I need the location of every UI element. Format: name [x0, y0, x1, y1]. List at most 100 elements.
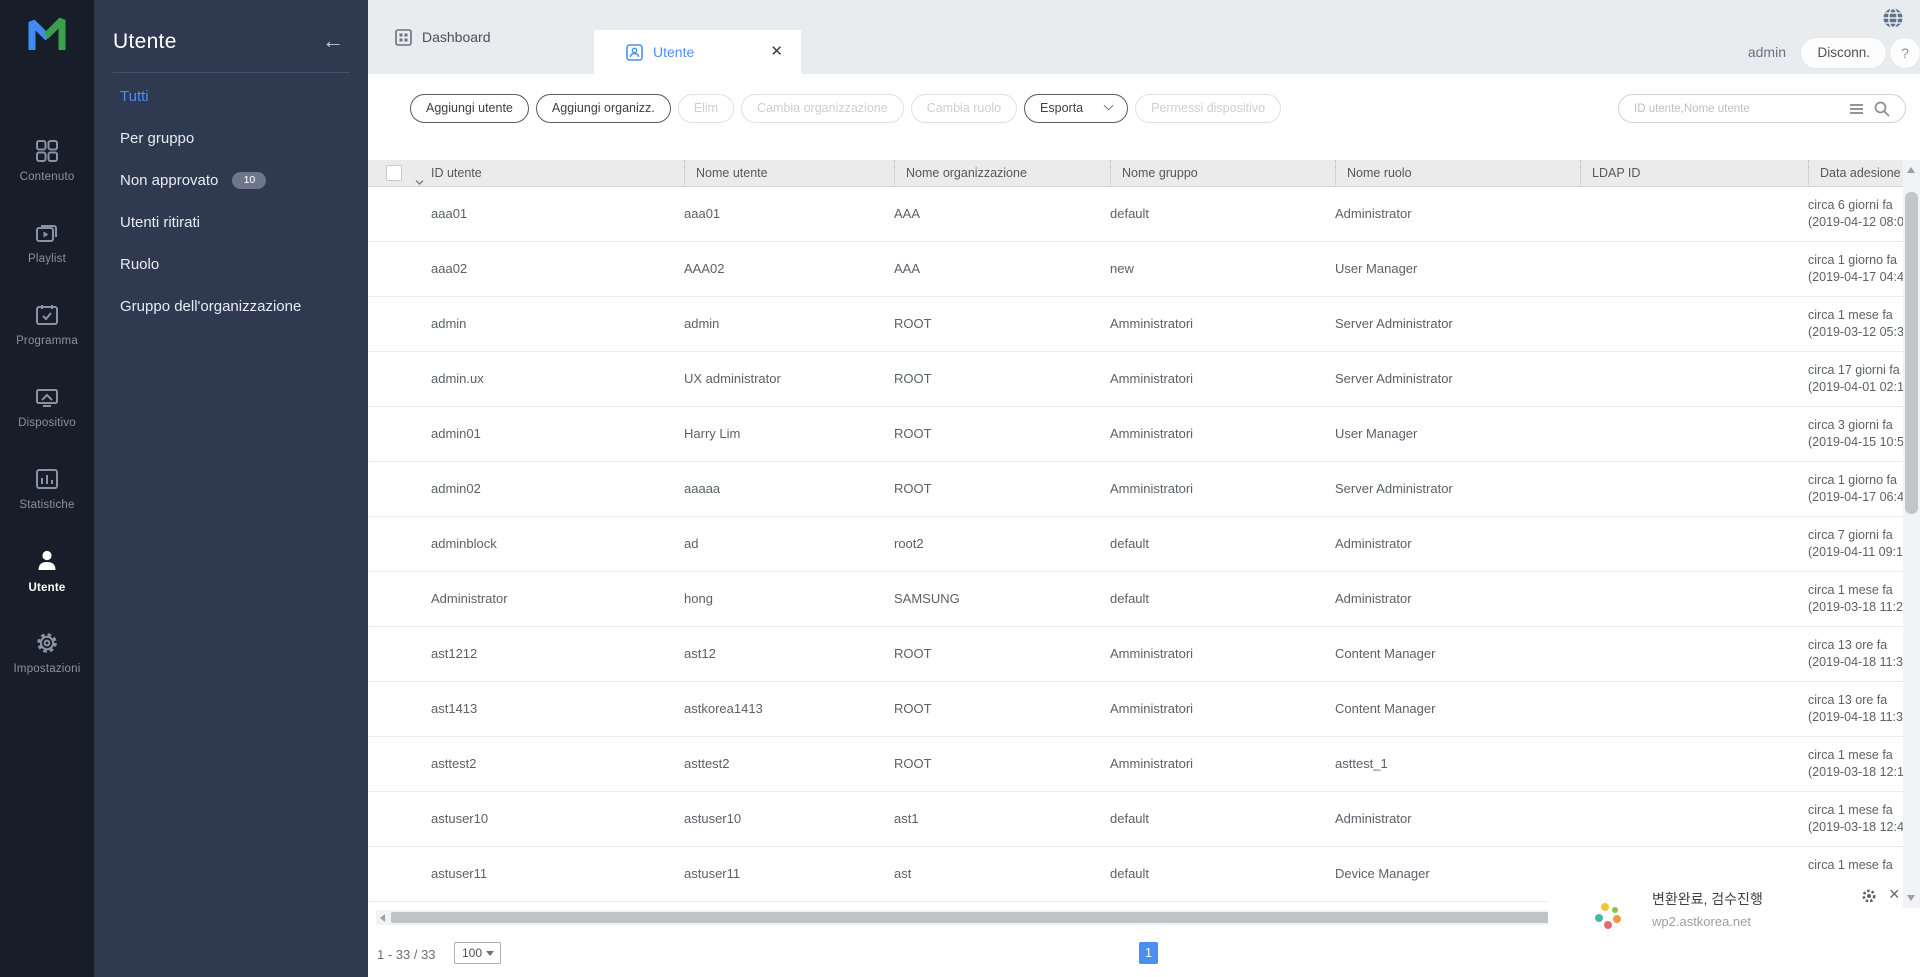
cell-user-name: Harry Lim	[684, 407, 894, 461]
table-row[interactable]: astuser10 astuser10 ast1 default Adminis…	[368, 792, 1920, 847]
logout-button[interactable]: Disconn.	[1801, 38, 1886, 68]
panel-item-utenti-ritirati[interactable]: Utenti ritirati	[120, 214, 200, 231]
export-dropdown-button[interactable]: Esporta	[1024, 94, 1128, 123]
cell-ldap	[1580, 627, 1808, 681]
table-row[interactable]: admin admin ROOT Amministratori Server A…	[368, 297, 1920, 352]
toolbar: Aggiungi utente Aggiungi organizz. Elim …	[368, 74, 1920, 160]
table-row[interactable]: admin02 aaaaa ROOT Amministratori Server…	[368, 462, 1920, 517]
language-globe-icon[interactable]	[1882, 7, 1904, 34]
page-number-button[interactable]: 1	[1139, 942, 1158, 964]
cell-role: Content Manager	[1335, 682, 1580, 736]
sidebar-item-utente[interactable]: Utente	[0, 547, 94, 594]
search-input[interactable]	[1634, 96, 1834, 121]
statistics-icon	[34, 466, 60, 492]
device-permissions-button[interactable]: Permessi dispositivo	[1135, 94, 1281, 123]
help-button[interactable]: ?	[1890, 38, 1920, 68]
cell-org: root2	[894, 517, 1110, 571]
sidebar-item-playlist[interactable]: Playlist	[0, 220, 94, 265]
cell-user-name: astuser11	[684, 847, 894, 901]
notification-url[interactable]: wp2.astkorea.net	[1652, 914, 1751, 929]
column-header-ldap-id[interactable]: LDAP ID	[1580, 160, 1808, 186]
cell-group: default	[1110, 572, 1335, 626]
notification-close-icon[interactable]: ×	[1889, 884, 1900, 905]
cell-org: ast1	[894, 792, 1110, 846]
column-header-nome-gruppo[interactable]: Nome gruppo	[1110, 160, 1335, 186]
cell-user-id: ast1413	[368, 682, 684, 736]
cell-user-id: ast1212	[368, 627, 684, 681]
sidebar-item-dispositivo[interactable]: Dispositivo	[0, 384, 94, 429]
cell-user-name: hong	[684, 572, 894, 626]
scroll-left-arrow-icon[interactable]	[380, 914, 385, 922]
add-organization-button[interactable]: Aggiungi organizz.	[536, 94, 671, 123]
cell-group: default	[1110, 847, 1335, 901]
cell-role: Server Administrator	[1335, 352, 1580, 406]
select-all-checkbox[interactable]	[386, 165, 402, 181]
cell-ldap	[1580, 682, 1808, 736]
cell-ldap	[1580, 792, 1808, 846]
sidebar-item-statistiche[interactable]: Statistiche	[0, 466, 94, 511]
sidebar-item-label: Programma	[0, 335, 94, 347]
sidebar-item-impostazioni[interactable]: Impostazioni	[0, 630, 94, 675]
change-organization-button[interactable]: Cambia organizzazione	[741, 94, 904, 123]
table-row[interactable]: asttest2 asttest2 ROOT Amministratori as…	[368, 737, 1920, 792]
table-row[interactable]: adminblock ad root2 default Administrato…	[368, 517, 1920, 572]
collapse-panel-arrow-icon[interactable]: ←	[322, 28, 344, 54]
add-user-button[interactable]: Aggiungi utente	[410, 94, 529, 123]
cell-user-name: ad	[684, 517, 894, 571]
cell-org: ROOT	[894, 462, 1110, 516]
sidebar-item-programma[interactable]: Programma	[0, 302, 94, 347]
change-role-button[interactable]: Cambia ruolo	[911, 94, 1017, 123]
cell-ldap	[1580, 462, 1808, 516]
scroll-down-arrow-icon[interactable]	[1907, 895, 1915, 901]
vertical-scrollbar-thumb[interactable]	[1905, 192, 1918, 514]
table-row[interactable]: Administrator hong SAMSUNG default Admin…	[368, 572, 1920, 627]
user-icon	[33, 547, 61, 575]
notification-title: 변환완료, 검수진행	[1652, 889, 1763, 909]
column-header-id-utente[interactable]: ID utente	[431, 160, 684, 186]
panel-item-gruppo-organizzazione[interactable]: Gruppo dell'organizzazione	[120, 298, 301, 315]
page-size-select[interactable]: 100	[454, 942, 501, 964]
delete-button[interactable]: Elim	[678, 94, 734, 123]
tab-dashboard[interactable]: Dashboard	[395, 0, 491, 74]
table-row[interactable]: ast1413 astkorea1413 ROOT Amministratori…	[368, 682, 1920, 737]
search-filter-icon[interactable]	[1850, 104, 1863, 116]
column-header-nome-utente[interactable]: Nome utente	[684, 160, 894, 186]
cell-group: default	[1110, 187, 1335, 241]
cell-group: Amministratori	[1110, 407, 1335, 461]
vertical-scrollbar[interactable]	[1903, 160, 1920, 908]
table-row[interactable]: aaa01 aaa01 AAA default Administrator ci…	[368, 187, 1920, 242]
user-tab-icon	[626, 44, 643, 61]
panel-item-ruolo[interactable]: Ruolo	[120, 256, 159, 273]
table-row[interactable]: ast1212 ast12 ROOT Amministratori Conten…	[368, 627, 1920, 682]
search-icon[interactable]	[1874, 101, 1890, 122]
panel-item-tutti[interactable]: Tutti	[120, 88, 149, 105]
cell-ldap	[1580, 572, 1808, 626]
header-chevron-down-icon[interactable]	[415, 169, 424, 186]
sidebar-item-label: Playlist	[0, 253, 94, 265]
table-row[interactable]: admin01 Harry Lim ROOT Amministratori Us…	[368, 407, 1920, 462]
panel-item-per-gruppo[interactable]: Per gruppo	[120, 130, 194, 147]
table-row[interactable]: admin.ux UX administrator ROOT Amministr…	[368, 352, 1920, 407]
panel-item-non-approvato[interactable]: Non approvato10	[120, 172, 266, 189]
magicinfo-logo[interactable]	[24, 12, 70, 61]
search-box	[1618, 94, 1906, 123]
cell-org: ast	[894, 847, 1110, 901]
cell-user-name: ast12	[684, 627, 894, 681]
cell-user-id: astuser10	[368, 792, 684, 846]
horizontal-scrollbar-thumb[interactable]	[391, 912, 1556, 923]
cell-user-name: asttest2	[684, 737, 894, 791]
column-header-nome-organizzazione[interactable]: Nome organizzazione	[894, 160, 1110, 186]
device-icon	[34, 384, 60, 410]
cell-role: Administrator	[1335, 517, 1580, 571]
cell-user-id: aaa02	[368, 242, 684, 296]
sidebar-item-label: Contenuto	[0, 171, 94, 183]
close-tab-icon[interactable]: ✕	[770, 42, 783, 60]
tab-utente[interactable]: Utente ✕	[594, 30, 801, 74]
column-header-nome-ruolo[interactable]: Nome ruolo	[1335, 160, 1580, 186]
scroll-up-arrow-icon[interactable]	[1907, 167, 1915, 173]
table-header: ID utente Nome utente Nome organizzazion…	[368, 160, 1920, 187]
sidebar-item-label: Dispositivo	[0, 417, 94, 429]
notification-settings-gear-icon[interactable]	[1861, 888, 1877, 909]
table-row[interactable]: aaa02 AAA02 AAA new User Manager circa 1…	[368, 242, 1920, 297]
sidebar-item-contenuto[interactable]: Contenuto	[0, 138, 94, 183]
